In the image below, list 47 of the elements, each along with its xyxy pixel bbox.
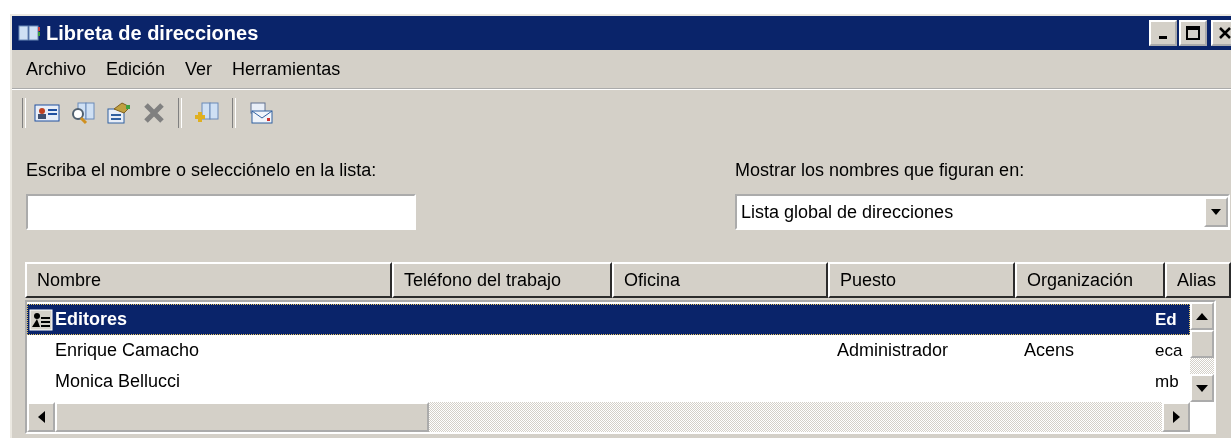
column-header[interactable]: Puesto — [828, 262, 1015, 298]
maximize-button[interactable] — [1179, 20, 1207, 46]
book-plus-icon — [194, 101, 220, 125]
minimize-button[interactable] — [1149, 20, 1177, 46]
dropdown-arrow-icon — [1211, 209, 1221, 215]
name-field-label: Escriba el nombre o selecciónelo en la lista: — [26, 160, 378, 182]
address-list-dropdown[interactable]: Lista global de direcciones — [735, 194, 1230, 230]
table-row[interactable]: Monica Bellucci mb — [27, 366, 1190, 397]
table-cell: Acens — [1024, 340, 1075, 361]
distribution-list-icon — [29, 308, 53, 331]
column-header[interactable]: Alias — [1165, 262, 1231, 298]
menu-item[interactable]: Archivo — [26, 58, 87, 80]
horizontal-scrollbar[interactable] — [27, 402, 1190, 432]
table-cell: Ed — [1155, 309, 1177, 330]
delete-icon — [142, 101, 166, 125]
menu-item[interactable]: Edición — [106, 58, 166, 80]
maximize-icon — [1186, 26, 1200, 40]
column-header[interactable]: Organización — [1015, 262, 1165, 298]
table-cell: Monica Bellucci — [55, 371, 181, 392]
close-icon — [1218, 26, 1231, 40]
menu-item[interactable]: Herramientas — [232, 58, 341, 80]
column-header[interactable]: Teléfono del trabajo — [392, 262, 612, 298]
scroll-up-icon — [1196, 312, 1208, 320]
scroll-down-icon — [1196, 384, 1208, 392]
table-cell: Enrique Camacho — [55, 340, 200, 361]
table-row[interactable]: Enrique Camacho Administrador Acens eca — [27, 335, 1190, 366]
table-cell: mb — [1155, 371, 1179, 392]
vertical-scrollbar[interactable] — [1190, 302, 1214, 402]
table-cell: Administrador — [837, 340, 949, 361]
envelope-icon — [248, 101, 274, 125]
minimize-icon — [1159, 35, 1167, 39]
table-cell: Editores — [55, 309, 128, 330]
menu-item[interactable]: Ver — [185, 58, 213, 80]
book-magnifier-icon — [70, 101, 96, 125]
book-icon — [18, 24, 40, 42]
contact-card-icon — [34, 102, 60, 124]
table-row[interactable]: Editores Ed — [27, 304, 1190, 335]
properties-icon — [106, 101, 132, 125]
column-header[interactable]: Nombre — [25, 262, 392, 298]
table-cell: eca — [1155, 340, 1183, 361]
name-input-field[interactable] — [26, 194, 416, 230]
address-list-label: Mostrar los nombres que figuran en: — [735, 160, 1026, 182]
window-title: Libreta de direcciones — [46, 21, 259, 45]
scroll-right-icon — [1172, 411, 1180, 423]
close-button[interactable] — [1211, 20, 1231, 46]
scroll-left-icon — [37, 411, 45, 423]
column-header[interactable]: Oficina — [612, 262, 828, 298]
